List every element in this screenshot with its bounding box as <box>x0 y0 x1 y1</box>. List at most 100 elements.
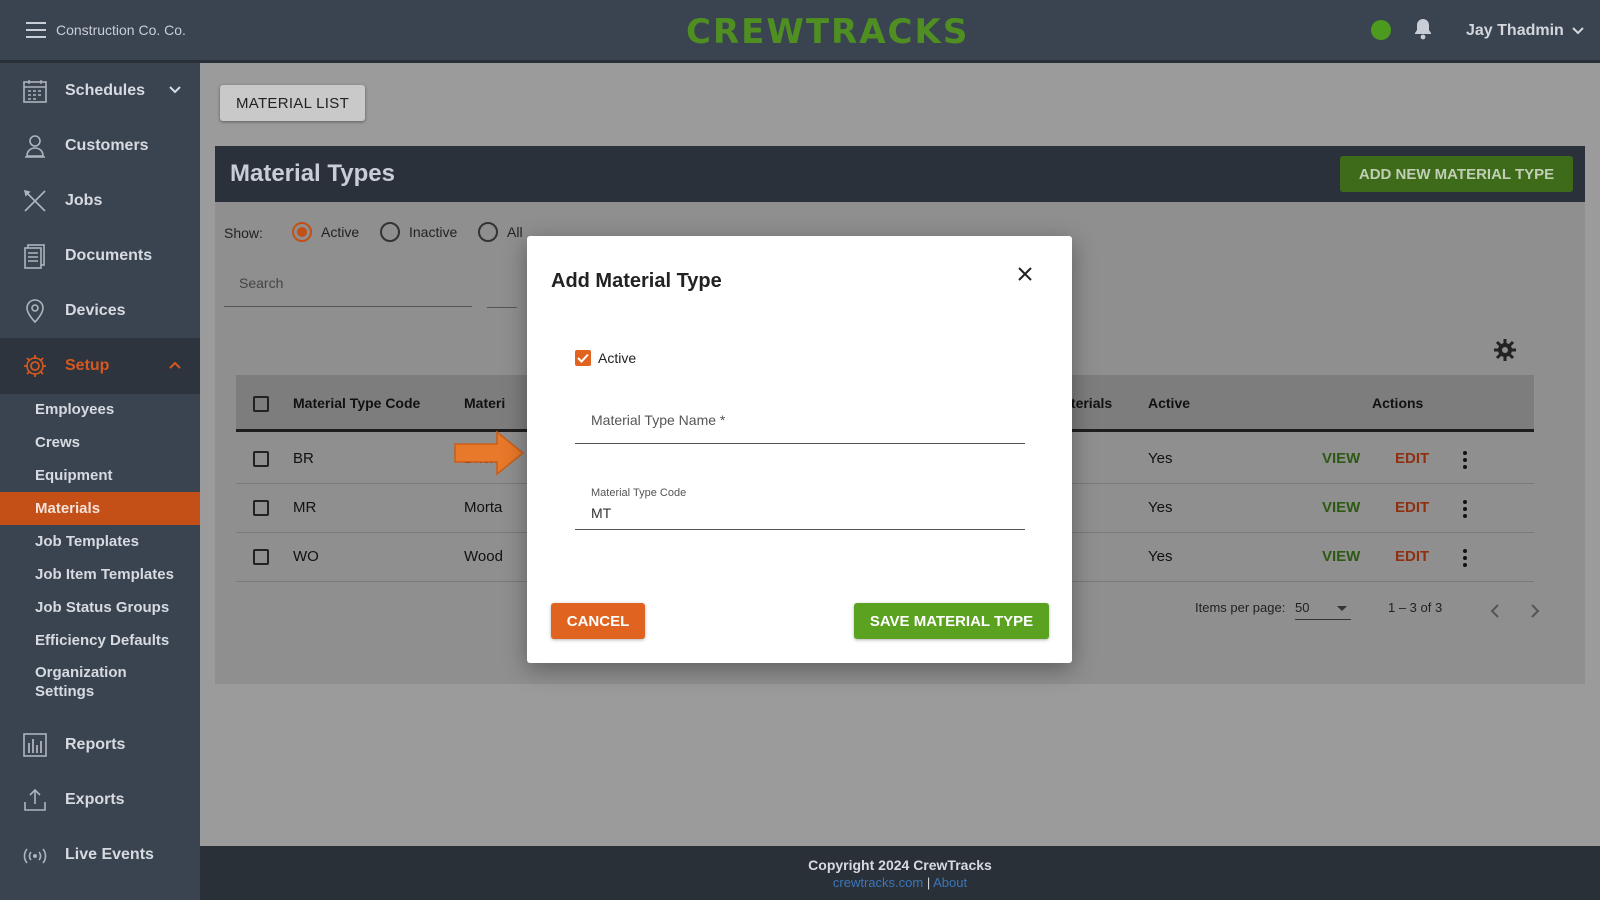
sidebar-item-organization-settings[interactable]: Organization Settings <box>0 659 170 705</box>
column-header-name[interactable]: Materi <box>464 395 505 411</box>
sidebar-item-efficiency-defaults[interactable]: Efficiency Defaults <box>0 624 200 657</box>
view-button[interactable]: VIEW <box>1322 499 1360 516</box>
show-label: Show: <box>224 225 263 241</box>
sidebar-item-label: Documents <box>65 247 153 264</box>
radio-circle <box>292 222 312 242</box>
radio-label: Inactive <box>409 224 458 240</box>
close-icon[interactable] <box>1017 266 1033 282</box>
page-title: Material Types <box>230 160 395 187</box>
row-checkbox[interactable] <box>253 500 269 516</box>
material-type-code-field[interactable]: Material Type Code MT <box>575 483 1025 530</box>
chevron-left-icon[interactable] <box>1490 603 1500 619</box>
user-menu[interactable]: Jay Thadmin <box>1466 22 1584 40</box>
location-pin-icon <box>26 299 44 324</box>
upload-icon <box>24 788 46 811</box>
edit-button[interactable]: EDIT <box>1395 499 1429 516</box>
sidebar-item-jobs[interactable]: Jobs <box>0 173 200 229</box>
radio-all[interactable]: All <box>478 222 523 242</box>
radio-active[interactable]: Active <box>292 222 359 242</box>
material-type-name-field[interactable]: Material Type Name * <box>575 398 1025 444</box>
sidebar-item-label: Schedules <box>65 82 146 99</box>
select-all-checkbox[interactable] <box>253 396 269 412</box>
status-indicator <box>1371 20 1391 40</box>
filter-field[interactable] <box>487 307 517 308</box>
add-new-material-type-button[interactable]: ADD NEW MATERIAL TYPE <box>1340 156 1573 192</box>
view-button[interactable]: VIEW <box>1322 450 1360 467</box>
material-type-code-value: MT <box>591 505 612 521</box>
pointer-arrow-icon <box>454 430 525 476</box>
items-per-page-select[interactable]: 50 <box>1295 600 1351 620</box>
cell-active: Yes <box>1148 548 1173 565</box>
copyright: Copyright 2024 CrewTracks <box>808 857 992 873</box>
chart-icon <box>23 733 47 757</box>
documents-icon <box>24 244 45 269</box>
sidebar-item-job-status-groups[interactable]: Job Status Groups <box>0 591 200 624</box>
sidebar-item-reports[interactable]: Reports <box>0 717 200 773</box>
edit-button[interactable]: EDIT <box>1395 450 1429 467</box>
radio-inactive[interactable]: Inactive <box>380 222 457 242</box>
crewtracks-link[interactable]: crewtracks.com <box>833 875 923 890</box>
gear-icon <box>24 355 46 377</box>
chevron-right-icon[interactable] <box>1530 603 1540 619</box>
more-menu-icon[interactable] <box>1463 451 1467 469</box>
save-material-type-button[interactable]: SAVE MATERIAL TYPE <box>854 603 1049 639</box>
material-list-button[interactable]: MATERIAL LIST <box>220 85 365 121</box>
sidebar-item-label: Live Events <box>65 846 154 863</box>
bell-icon[interactable] <box>1413 18 1435 42</box>
sidebar-item-job-templates[interactable]: Job Templates <box>0 525 200 558</box>
hamburger-icon[interactable] <box>26 22 46 38</box>
cell-name: Morta <box>464 499 503 516</box>
cell-code: WO <box>293 548 319 565</box>
cancel-button[interactable]: CANCEL <box>551 603 645 639</box>
about-link[interactable]: About <box>933 875 967 890</box>
sidebar-item-job-item-templates[interactable]: Job Item Templates <box>0 558 200 591</box>
sidebar-item-exports[interactable]: Exports <box>0 772 200 828</box>
sidebar-item-documents[interactable]: Documents <box>0 228 200 284</box>
column-header-code[interactable]: Material Type Code <box>293 395 420 411</box>
column-header-actions: Actions <box>1372 395 1424 411</box>
tools-icon <box>23 189 46 212</box>
sidebar-item-label: Exports <box>65 791 125 808</box>
row-checkbox[interactable] <box>253 549 269 565</box>
more-menu-icon[interactable] <box>1463 549 1467 567</box>
sidebar-item-crews[interactable]: Crews <box>0 426 200 459</box>
search-placeholder: Search <box>239 275 284 291</box>
more-menu-icon[interactable] <box>1463 500 1467 518</box>
footer-links: crewtracks.com | About <box>200 875 1600 890</box>
add-material-type-dialog: Add Material Type Active Material Type N… <box>527 236 1072 663</box>
sidebar-item-equipment[interactable]: Equipment <box>0 459 200 492</box>
row-checkbox[interactable] <box>253 451 269 467</box>
search-input[interactable]: Search <box>224 259 472 307</box>
sidebar-item-label: Setup <box>65 357 110 374</box>
active-checkbox-label: Active <box>598 350 637 366</box>
sidebar: Schedules Customers Jobs Documents Devic… <box>0 63 200 900</box>
sidebar-item-label: Customers <box>65 137 149 154</box>
active-checkbox[interactable] <box>575 350 591 366</box>
view-button[interactable]: VIEW <box>1322 548 1360 565</box>
items-per-page-value: 50 <box>1295 600 1310 615</box>
sidebar-item-materials[interactable]: Materials <box>0 492 200 525</box>
radio-circle <box>380 222 400 242</box>
sidebar-item-live-events[interactable]: Live Events <box>0 827 200 883</box>
sidebar-item-schedules[interactable]: Schedules <box>0 63 200 119</box>
settings-gear-icon[interactable] <box>1493 338 1517 362</box>
radio-circle <box>478 222 498 242</box>
edit-button[interactable]: EDIT <box>1395 548 1429 565</box>
checkmark-icon <box>577 353 589 363</box>
sidebar-item-customers[interactable]: Customers <box>0 118 200 174</box>
sidebar-item-employees[interactable]: Employees <box>0 393 200 426</box>
sidebar-item-devices[interactable]: Devices <box>0 283 200 339</box>
column-header-active[interactable]: Active <box>1148 395 1190 411</box>
material-type-name-placeholder: Material Type Name * <box>591 412 726 428</box>
top-bar: Construction Co. Co. CREWTRACKS Jay Thad… <box>0 0 1600 63</box>
chevron-down-icon <box>169 86 181 94</box>
sidebar-item-setup[interactable]: Setup <box>0 338 200 394</box>
page-range: 1 – 3 of 3 <box>1388 600 1443 615</box>
cell-code: MR <box>293 499 317 516</box>
cell-active: Yes <box>1148 450 1173 467</box>
cell-code: BR <box>293 450 314 467</box>
footer-separator: | <box>926 875 931 890</box>
cell-active: Yes <box>1148 499 1173 516</box>
user-name: Jay Thadmin <box>1466 22 1564 39</box>
company-name: Construction Co. Co. <box>56 22 186 38</box>
